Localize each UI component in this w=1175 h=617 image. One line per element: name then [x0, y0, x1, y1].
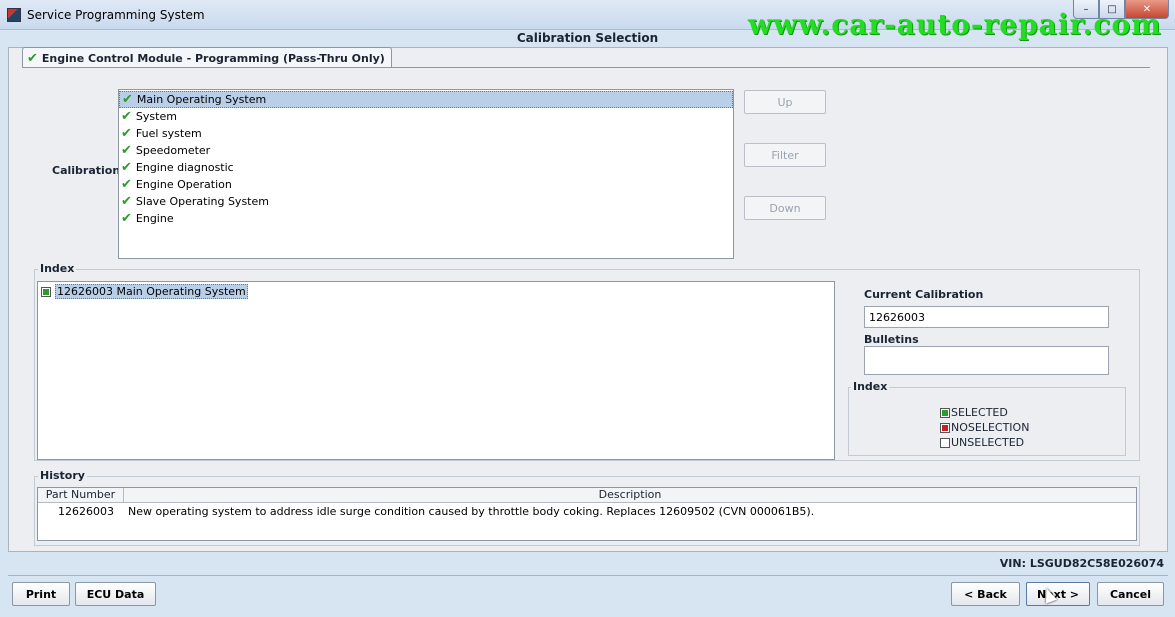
up-button[interactable]: Up	[744, 90, 826, 114]
history-table-header: Part Number Description	[38, 488, 1136, 503]
index-legend: SELECTED NOSELECTION UNSELECTED	[940, 405, 1029, 450]
vin-label: VIN: LSGUD82C58E026074	[999, 557, 1164, 570]
calibration-item[interactable]: ✔ Engine	[119, 210, 733, 227]
column-header-description[interactable]: Description	[124, 488, 1136, 502]
history-description: New operating system to address idle sur…	[128, 505, 815, 518]
table-row[interactable]: 12626003 New operating system to address…	[38, 503, 1136, 520]
window-title: Service Programming System	[27, 8, 205, 22]
checkmark-icon: ✔	[121, 177, 132, 192]
calibration-list[interactable]: ✔ Main Operating System ✔ System ✔ Fuel …	[118, 89, 734, 259]
close-icon[interactable]: ✕	[1125, 0, 1169, 19]
current-calibration-field[interactable]: 12626003	[864, 306, 1109, 328]
checkmark-icon: ✔	[122, 92, 133, 107]
index-item[interactable]: 12626003 Main Operating System	[41, 284, 831, 299]
bulletins-label: Bulletins	[864, 333, 919, 346]
maximize-icon[interactable]: □	[1099, 0, 1125, 19]
filter-button[interactable]: Filter	[744, 143, 826, 167]
calibration-item-label: Main Operating System	[136, 93, 267, 106]
calibration-item[interactable]: ✔ Speedometer	[119, 142, 733, 159]
calibration-item[interactable]: ✔ Main Operating System	[119, 91, 733, 108]
checkmark-icon: ✔	[121, 160, 132, 175]
calibration-label: Calibration	[52, 164, 121, 177]
checkmark-icon: ✔	[121, 126, 132, 141]
calibration-item-label: Engine diagnostic	[135, 161, 234, 174]
history-part-number: 12626003	[58, 505, 114, 518]
tab-label: Engine Control Module - Programming (Pas…	[41, 51, 385, 65]
window-controls: – □ ✕	[1073, 0, 1169, 20]
page-title: Calibration Selection	[516, 31, 659, 45]
index-list[interactable]: 12626003 Main Operating System	[37, 281, 835, 460]
history-group-title: History	[38, 469, 87, 482]
next-button[interactable]: Next >	[1026, 582, 1090, 606]
calibration-item-label: Slave Operating System	[135, 195, 269, 208]
calibration-item[interactable]: ✔ Fuel system	[119, 125, 733, 142]
window-titlebar: Service Programming System www.car-auto-…	[0, 0, 1175, 41]
legend-noselection-label: NOSELECTION	[951, 421, 1030, 434]
legend-unselected: UNSELECTED	[940, 435, 1029, 450]
column-header-part-number[interactable]: Part Number	[38, 488, 124, 502]
history-table: Part Number Description 12626003 New ope…	[37, 487, 1137, 541]
calibration-item-label: System	[135, 110, 177, 123]
legend-unselected-label: UNSELECTED	[951, 436, 1025, 449]
app-icon	[7, 8, 21, 22]
checkmark-icon: ✔	[121, 143, 132, 158]
bulletins-field[interactable]	[864, 346, 1109, 375]
ecu-data-button[interactable]: ECU Data	[75, 582, 156, 606]
calibration-item-label: Engine	[135, 212, 174, 225]
checkmark-icon: ✔	[27, 50, 38, 66]
unselected-square-icon	[940, 437, 950, 448]
index-item-label: 12626003 Main Operating System	[55, 284, 248, 299]
back-button[interactable]: < Back	[951, 582, 1020, 606]
footer-divider	[8, 575, 1168, 576]
calibration-item-label: Fuel system	[135, 127, 202, 140]
calibration-item[interactable]: ✔ Engine diagnostic	[119, 159, 733, 176]
print-button[interactable]: Print	[12, 582, 70, 606]
legend-selected: SELECTED	[940, 405, 1029, 420]
checkmark-icon: ✔	[121, 211, 132, 226]
minimize-icon[interactable]: –	[1073, 0, 1099, 19]
selected-check-icon	[41, 286, 51, 297]
down-button[interactable]: Down	[744, 196, 826, 220]
index-group-title: Index	[38, 262, 77, 275]
selected-check-icon	[940, 407, 950, 418]
tab-ecm-programming[interactable]: ✔ Engine Control Module - Programming (P…	[22, 47, 392, 68]
calibration-item-label: Speedometer	[135, 144, 211, 157]
calibration-item[interactable]: ✔ System	[119, 108, 733, 125]
cancel-button[interactable]: Cancel	[1097, 582, 1164, 606]
noselection-square-icon	[940, 422, 950, 433]
legend-noselection: NOSELECTION	[940, 420, 1029, 435]
calibration-item-label: Engine Operation	[135, 178, 232, 191]
legend-group-title: Index	[851, 380, 890, 393]
checkmark-icon: ✔	[121, 194, 132, 209]
calibration-item[interactable]: ✔ Engine Operation	[119, 176, 733, 193]
current-calibration-label: Current Calibration	[864, 288, 984, 301]
legend-selected-label: SELECTED	[951, 406, 1008, 419]
checkmark-icon: ✔	[121, 109, 132, 124]
calibration-item[interactable]: ✔ Slave Operating System	[119, 193, 733, 210]
